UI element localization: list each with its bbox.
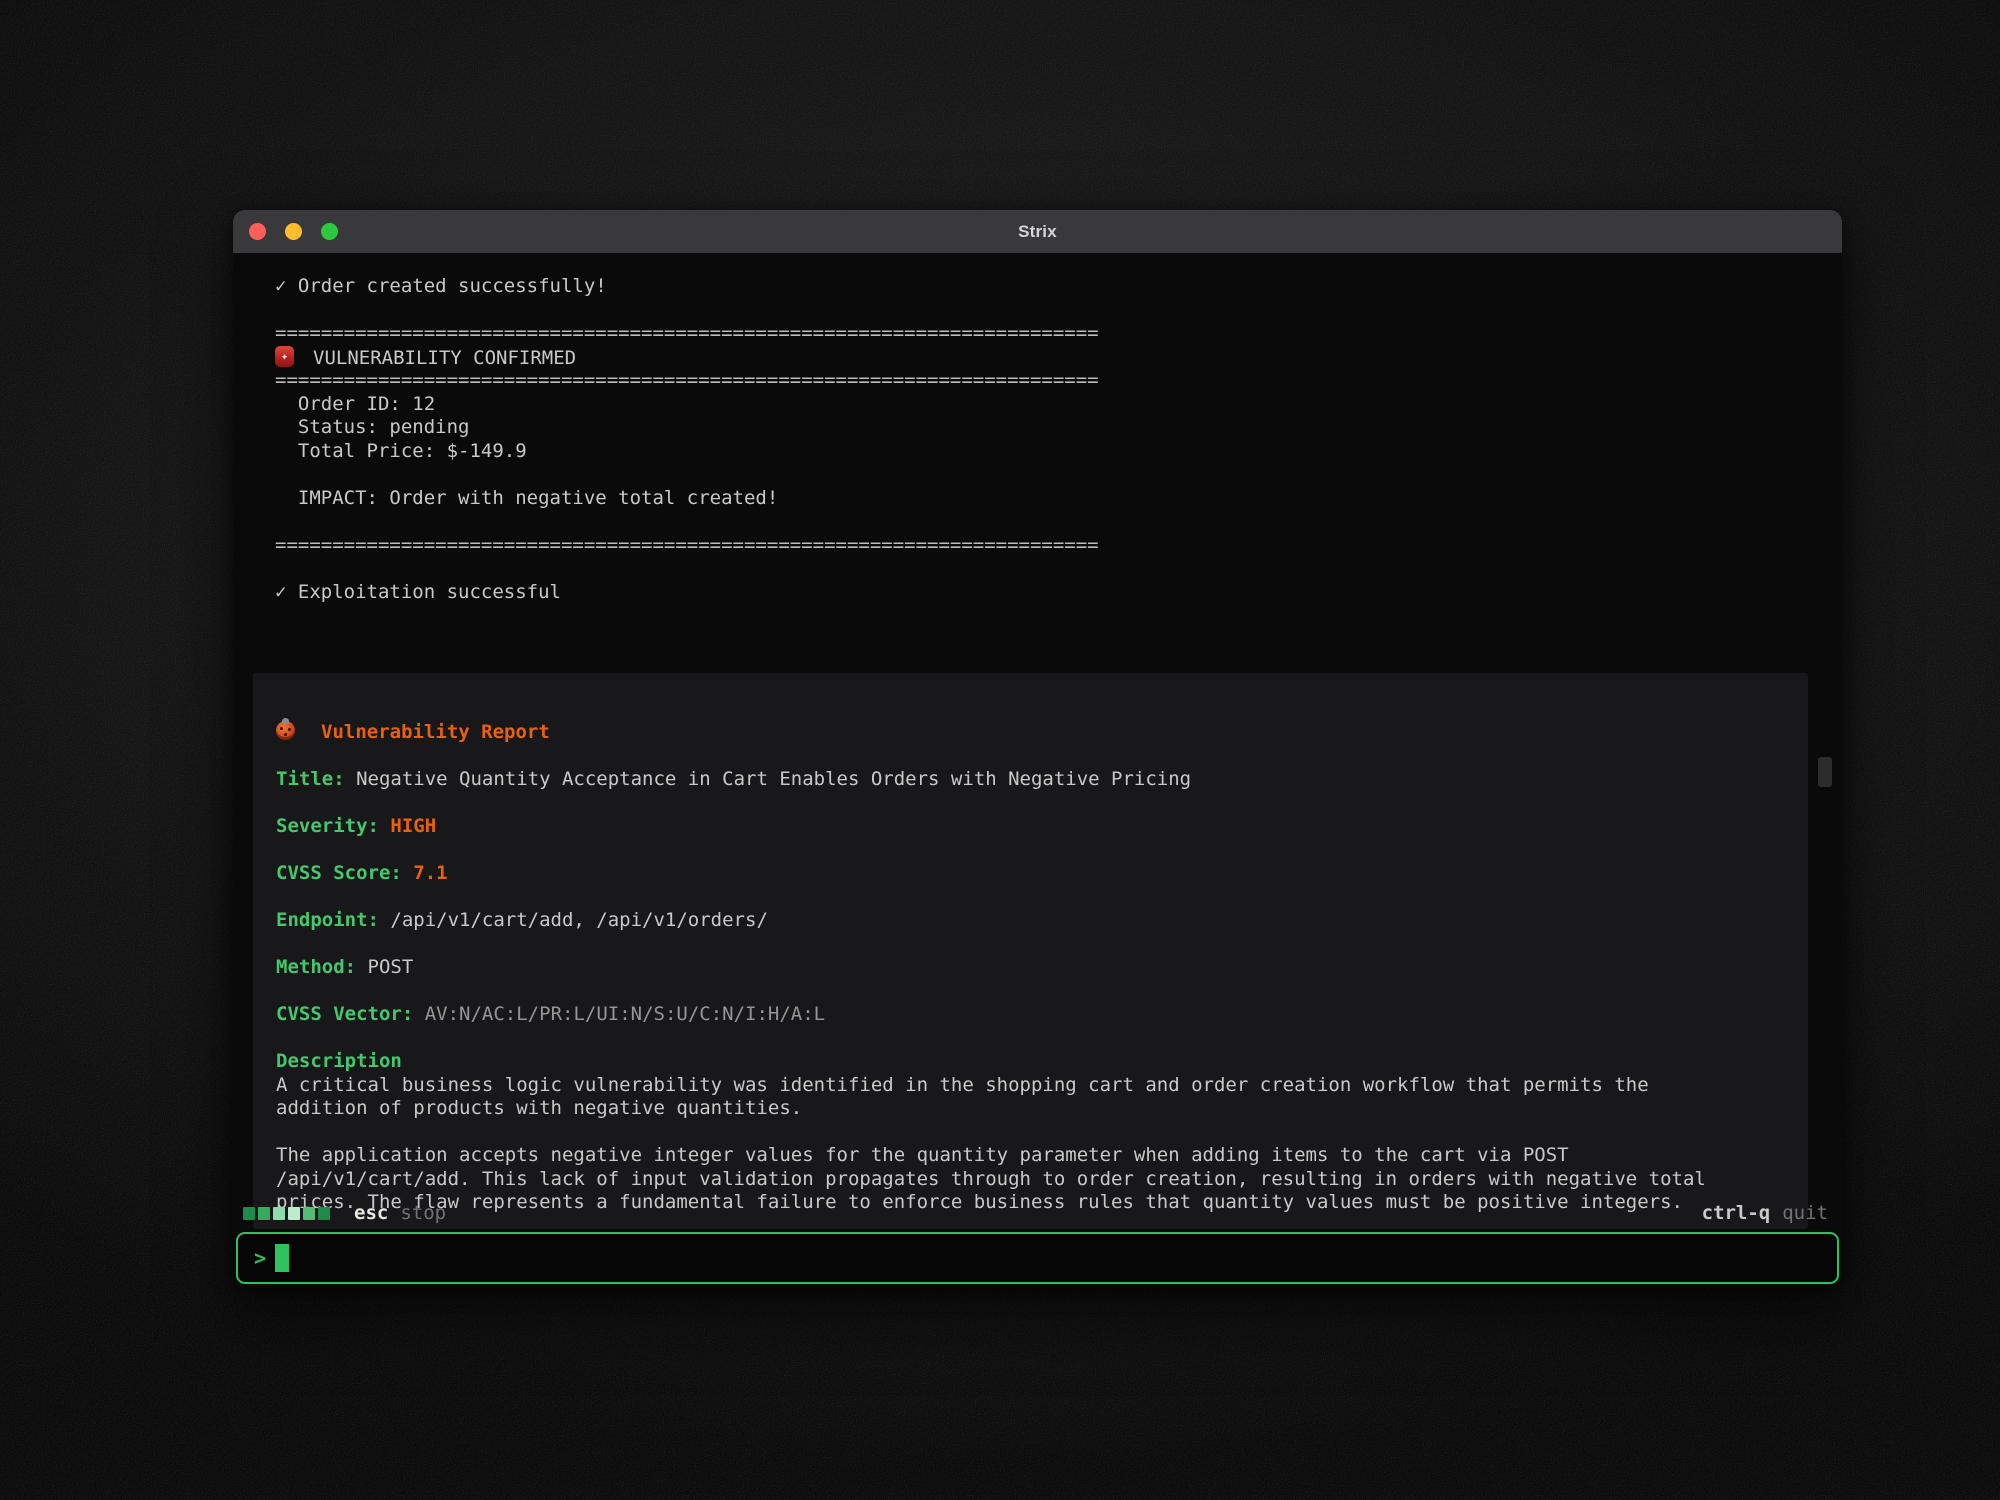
- text-segment: A critical business logic vulnerability …: [276, 1074, 1649, 1096]
- window-title: Strix: [233, 222, 1842, 242]
- report-line: [276, 839, 1788, 863]
- terminal-line: Total Price: $-149.9: [275, 440, 1782, 464]
- minimize-button[interactable]: [285, 223, 302, 240]
- command-input[interactable]: >: [236, 1232, 1839, 1284]
- text-segment: Endpoint:: [276, 909, 379, 931]
- quit-action-label: quit: [1782, 1202, 1828, 1224]
- prompt-chevron-icon: >: [254, 1246, 266, 1270]
- report-line: [276, 933, 1788, 957]
- text-segment: VULNERABILITY CONFIRMED: [313, 347, 576, 369]
- text-segment: Total Price: $-149.9: [275, 440, 527, 462]
- report-line: The application accepts negative integer…: [276, 1144, 1788, 1168]
- report-line: A critical business logic vulnerability …: [276, 1074, 1788, 1098]
- footer-key-bar: esc stop ctrl-q quit: [233, 1198, 1842, 1228]
- terminal-line: IMPACT: Order with negative total create…: [275, 487, 1782, 511]
- text-segment: Title:: [276, 768, 345, 790]
- report-line: Method: POST: [276, 956, 1788, 980]
- terminal-line: Status: pending: [275, 416, 1782, 440]
- terminal-line: ========================================…: [275, 322, 1782, 346]
- text-segment: Method:: [276, 956, 356, 978]
- text-segment: Status: pending: [275, 416, 469, 438]
- terminal-line: ========================================…: [275, 534, 1782, 558]
- report-line: Severity: HIGH: [276, 815, 1788, 839]
- text-segment: [379, 815, 390, 837]
- report-line: [276, 745, 1788, 769]
- zoom-button[interactable]: [321, 223, 338, 240]
- text-segment: /api/v1/cart/add. This lack of input val…: [276, 1168, 1706, 1190]
- report-line: CVSS Vector: AV:N/AC:L/PR:L/UI:N/S:U/C:N…: [276, 1003, 1788, 1027]
- spinner-segment: [258, 1207, 270, 1220]
- terminal-line: ✓ Exploitation successful: [275, 581, 1782, 605]
- terminal-output-stream: ✓ Order created successfully! ==========…: [275, 275, 1782, 604]
- terminal-line: [275, 299, 1782, 323]
- report-line: Title: Negative Quantity Acceptance in C…: [276, 768, 1788, 792]
- report-line: [276, 792, 1788, 816]
- text-segment: The application accepts negative integer…: [276, 1144, 1569, 1166]
- text-segment: [413, 1003, 424, 1025]
- terminal-line: ========================================…: [275, 369, 1782, 393]
- strix-terminal-window: Strix ✓ Order created successfully! ====…: [233, 210, 1842, 1288]
- close-button[interactable]: [249, 223, 266, 240]
- stop-key-binding[interactable]: esc stop: [354, 1202, 446, 1224]
- ctrl-q-key-label: ctrl-q: [1702, 1202, 1771, 1224]
- vulnerability-report-panel: Vulnerability Report Title: Negative Qua…: [253, 673, 1808, 1229]
- report-line: Vulnerability Report: [276, 721, 1788, 745]
- terminal-line: [275, 463, 1782, 487]
- vulnerability-report-body: Vulnerability Report Title: Negative Qua…: [276, 721, 1788, 1215]
- report-line: CVSS Score: 7.1: [276, 862, 1788, 886]
- report-line: [276, 1027, 1788, 1051]
- spinner-segment: [288, 1207, 300, 1220]
- text-segment: Description: [276, 1050, 402, 1072]
- terminal-line: ✓ Order created successfully!: [275, 275, 1782, 299]
- text-segment: CVSS Score:: [276, 862, 402, 884]
- report-line: Description: [276, 1050, 1788, 1074]
- spinner-segment: [243, 1207, 255, 1220]
- terminal-line: Order ID: 12: [275, 393, 1782, 417]
- text-segment: Order ID: 12: [275, 393, 435, 415]
- text-segment: ✓ Order created successfully!: [275, 275, 607, 297]
- text-segment: HIGH: [390, 815, 436, 837]
- report-line: [276, 886, 1788, 910]
- text-segment: ✓ Exploitation successful: [275, 581, 561, 603]
- text-segment: CVSS Vector:: [276, 1003, 413, 1025]
- text-segment: IMPACT: Order with negative total create…: [275, 487, 778, 509]
- traffic-lights: [249, 210, 338, 253]
- text-segment: ========================================…: [275, 322, 1099, 344]
- quit-key-binding[interactable]: ctrl-q quit: [1702, 1202, 1828, 1224]
- title-bar: Strix: [233, 210, 1842, 253]
- terminal-line: VULNERABILITY CONFIRMED: [275, 346, 1782, 370]
- text-segment: POST: [356, 956, 413, 978]
- text-segment: /api/v1/cart/add, /api/v1/orders/: [379, 909, 768, 931]
- report-line: [276, 1121, 1788, 1145]
- spinner-segment: [318, 1207, 330, 1220]
- spinner-segment: [303, 1207, 315, 1220]
- text-segment: ========================================…: [275, 369, 1099, 391]
- terminal-line: [275, 510, 1782, 534]
- siren-icon: [275, 346, 294, 367]
- text-segment: addition of products with negative quant…: [276, 1097, 802, 1119]
- text-segment: 7.1: [413, 862, 447, 884]
- activity-spinner-icon: [243, 1207, 330, 1220]
- text-segment: [402, 862, 413, 884]
- text-segment: Severity:: [276, 815, 379, 837]
- report-line: Endpoint: /api/v1/cart/add, /api/v1/orde…: [276, 909, 1788, 933]
- text-segment: AV:N/AC:L/PR:L/UI:N/S:U/C:N/I:H/A:L: [425, 1003, 825, 1025]
- esc-key-label: esc: [354, 1202, 388, 1224]
- spinner-segment: [273, 1207, 285, 1220]
- report-line: addition of products with negative quant…: [276, 1097, 1788, 1121]
- text-segment: Vulnerability Report: [321, 721, 550, 743]
- text-segment: Negative Quantity Acceptance in Cart Ena…: [345, 768, 1191, 790]
- report-line: /api/v1/cart/add. This lack of input val…: [276, 1168, 1788, 1192]
- scrollbar-thumb[interactable]: [1818, 757, 1832, 787]
- terminal-line: [275, 557, 1782, 581]
- bug-icon: [276, 721, 295, 740]
- stop-action-label: stop: [400, 1202, 446, 1224]
- text-segment: ========================================…: [275, 534, 1099, 556]
- report-line: [276, 980, 1788, 1004]
- text-cursor: [275, 1244, 289, 1272]
